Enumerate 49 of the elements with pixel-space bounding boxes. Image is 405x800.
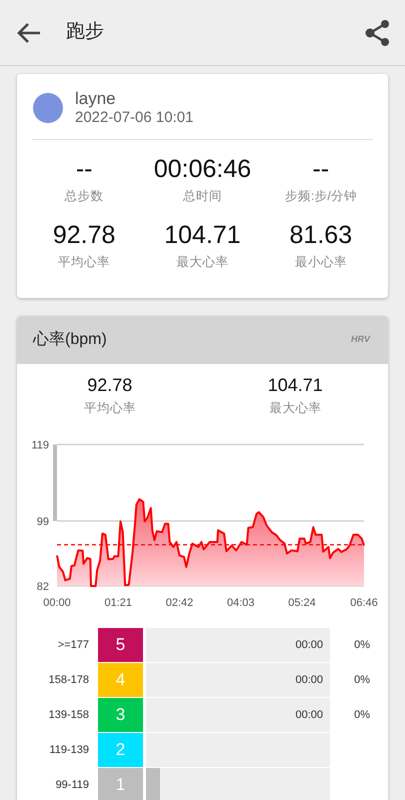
stat-value: 81.63 (288, 222, 354, 250)
back-button[interactable] (16, 22, 42, 44)
stat-value: 92.78 (52, 222, 116, 250)
zone-number: 3 (98, 698, 143, 733)
share-button[interactable] (365, 18, 391, 46)
zone-range: 158-178 (48, 673, 90, 688)
zone-time: 00:00 (295, 672, 323, 688)
stat-value: 104.71 (163, 222, 242, 250)
zone-number: 1 (98, 768, 143, 800)
user-name: layne (75, 90, 117, 109)
card-title: 心率(bpm) (33, 330, 107, 350)
y-tick-label: 82 (36, 580, 49, 593)
stat-label: 最大心率 (175, 254, 230, 272)
x-tick-label: 01:21 (104, 596, 132, 609)
x-tick-label: 02:42 (166, 596, 194, 609)
stat-label: 最大心率 (268, 400, 322, 418)
avatar (33, 93, 63, 124)
stat-label: 平均心率 (57, 254, 112, 272)
y-tick-label: 119 (31, 439, 49, 452)
stat-value: -- (74, 156, 94, 184)
x-tick-label: 04:03 (226, 596, 254, 609)
stat-label: 步频:步/分钟 (284, 188, 358, 206)
zone-time: 00:00 (295, 638, 323, 653)
stat-value: -- (311, 156, 330, 184)
screen-title: 跑步 (66, 20, 105, 44)
zone-range: 139-158 (48, 708, 90, 724)
stat-value: 00:06:46 (152, 156, 252, 184)
record-time: 2022-07-06 10:01 (75, 108, 194, 127)
zone-number: 5 (98, 628, 143, 663)
x-tick-label: 00:00 (43, 596, 71, 609)
zone-time: 00:00 (295, 708, 323, 723)
stat-label: 最小心率 (294, 254, 348, 272)
stat-label: 总时间 (182, 188, 223, 206)
zone-range: >=177 (56, 638, 90, 654)
stat-value: 92.78 (86, 374, 134, 398)
x-tick-label: 05:24 (288, 596, 316, 609)
zone-range: 119-139 (48, 743, 90, 758)
zone-percent: 0% (353, 708, 370, 724)
stat-label: 总步数 (64, 188, 105, 206)
hrv-button[interactable]: HRV (350, 333, 370, 347)
zone-number: 4 (98, 662, 143, 698)
zone-percent: 0% (353, 673, 370, 688)
zone-number: 2 (98, 732, 143, 768)
stat-label: 平均心率 (82, 400, 137, 418)
y-tick-label: 99 (36, 516, 49, 528)
stat-value: 104.71 (266, 374, 324, 398)
zone-percent: 0% (353, 638, 370, 654)
x-tick-label: 06:46 (350, 596, 378, 609)
zone-range: 99-119 (54, 778, 90, 794)
